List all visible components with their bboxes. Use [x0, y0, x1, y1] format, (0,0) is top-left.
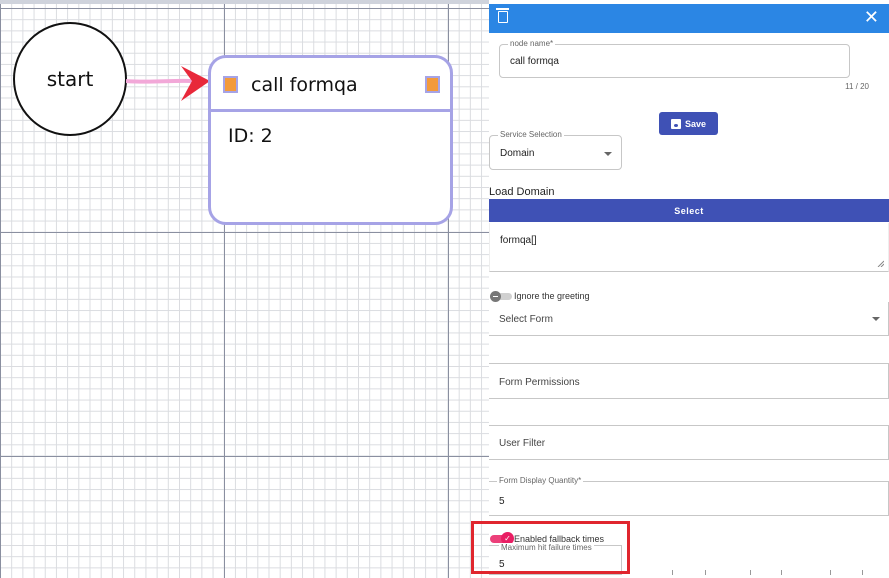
call-node-title: call formqa — [251, 74, 358, 96]
form-display-quantity-field[interactable]: Form Display Quantity* 5 — [489, 476, 889, 516]
save-label: Save — [684, 118, 707, 129]
service-selection-select[interactable]: Service Selection Domain — [489, 130, 622, 170]
domain-text: formqa[] — [500, 235, 537, 246]
select-form-placeholder: Select Form — [499, 314, 553, 325]
node-name-value: call formqa — [510, 56, 559, 67]
domain-textarea[interactable]: formqa[] — [489, 223, 889, 272]
node-name-field[interactable]: node name* call formqa — [499, 39, 850, 78]
user-filter-placeholder: User Filter — [499, 438, 546, 449]
node-name-label: node name* — [508, 39, 556, 48]
start-node-label: start — [46, 67, 94, 91]
select-domain-button[interactable]: Select — [489, 199, 889, 222]
trash-icon[interactable] — [496, 8, 509, 23]
form-permissions-placeholder: Form Permissions — [499, 377, 580, 388]
service-selection-label: Service Selection — [498, 130, 564, 139]
user-filter-field[interactable]: User Filter — [489, 425, 889, 460]
flow-canvas[interactable]: start call formqa ID: 2 — [0, 0, 489, 578]
edge-line — [126, 78, 193, 84]
form-display-quantity-value: 5 — [499, 496, 505, 507]
max-hit-failure-field[interactable]: Maximum hit failure times 5 — [489, 543, 622, 575]
call-node[interactable]: call formqa ID: 2 — [208, 55, 453, 225]
save-icon — [670, 118, 681, 129]
call-node-header: call formqa — [211, 58, 450, 112]
start-node[interactable]: start — [13, 22, 127, 136]
panel-header: ✕ — [489, 4, 889, 33]
service-selection-value: Domain — [500, 148, 535, 159]
edge-arrow-icon — [181, 66, 210, 101]
load-domain-label: Load Domain — [489, 186, 555, 198]
max-hit-failure-label: Maximum hit failure times — [499, 543, 594, 552]
ignore-greeting-toggle[interactable] — [490, 291, 512, 302]
resize-handle-icon[interactable] — [877, 260, 884, 267]
close-icon[interactable]: ✕ — [864, 7, 879, 28]
form-permissions-field[interactable]: Form Permissions — [489, 363, 889, 399]
form-display-quantity-label: Form Display Quantity* — [497, 476, 584, 485]
chevron-down-icon — [604, 152, 612, 156]
select-form-dropdown[interactable]: Select Form — [489, 302, 889, 336]
input-port[interactable] — [223, 76, 238, 93]
node-name-counter: 11 / 20 — [845, 82, 869, 91]
output-port[interactable] — [425, 76, 440, 93]
save-button[interactable]: Save — [659, 112, 718, 135]
bottom-scrollbar[interactable] — [630, 568, 889, 578]
flow-editor: start call formqa ID: 2 ✕ node name* cal… — [0, 0, 889, 578]
call-node-id: ID: 2 — [228, 125, 273, 147]
max-hit-failure-value: 5 — [499, 559, 505, 570]
chevron-down-icon — [872, 317, 880, 321]
ignore-greeting-label: Ignore the greeting — [514, 291, 590, 301]
node-properties-panel: ✕ node name* call formqa 11 / 20 Save Se… — [489, 4, 889, 578]
